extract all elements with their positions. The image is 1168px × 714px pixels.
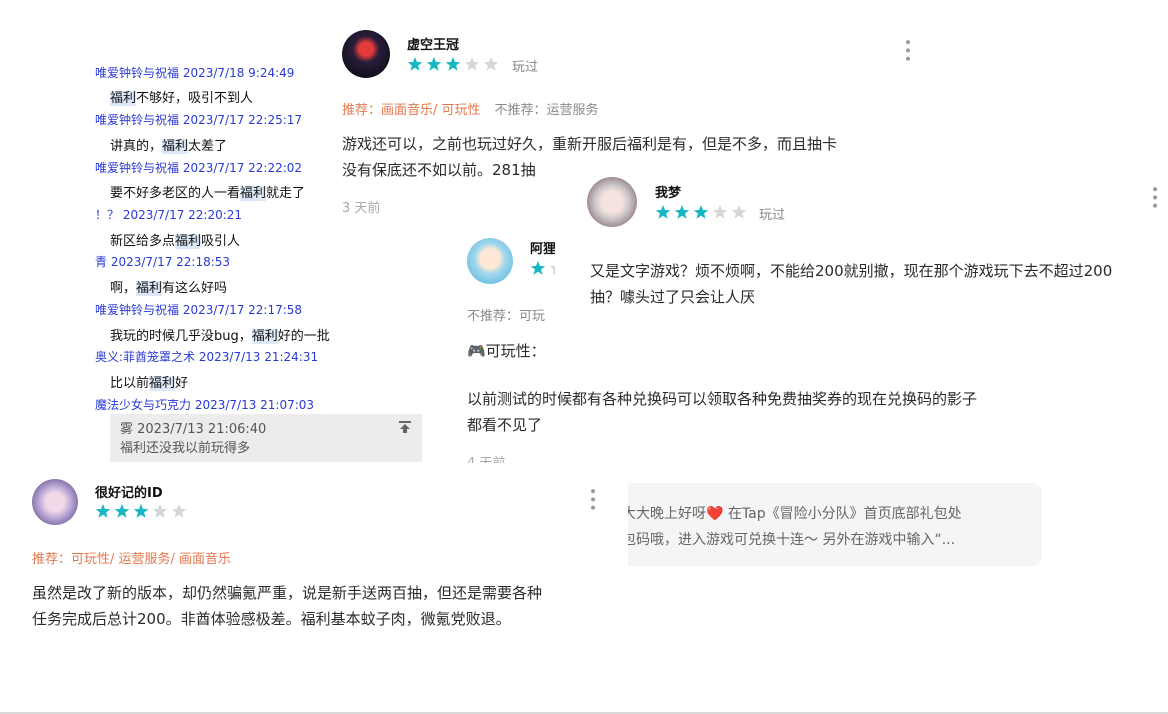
username[interactable]: 虚空王冠	[407, 34, 459, 53]
chat-header: 魔法少女与巧克力 2023/7/13 21:07:03	[95, 398, 315, 412]
chat-message: 啊，福利有这么好吗	[110, 281, 228, 296]
avatar[interactable]	[342, 30, 390, 78]
chat-header: ！？ 2023/7/17 22:20:21	[95, 208, 243, 222]
username[interactable]: 很好记的ID	[95, 482, 163, 501]
post-time: 3 天前	[342, 201, 381, 216]
star-empty-icon	[731, 205, 747, 219]
star-empty-icon	[171, 504, 187, 518]
chat-header: 青 2023/7/17 22:18:53	[95, 255, 231, 269]
avatar[interactable]	[587, 177, 637, 227]
avatar[interactable]	[32, 479, 78, 525]
chat-header: 唯爱钟铃与祝福 2023/7/17 22:25:17	[95, 113, 303, 127]
chat-header: 奥义:菲酋笼罩之术 2023/7/13 21:24:31	[95, 350, 319, 364]
star-filled-icon	[407, 57, 423, 71]
review-text: 虽然是改了新的版本，却仍然骗氪严重，说是新手送两百抽，但还是需要各种 任务完成后总…	[32, 584, 543, 628]
star-empty-icon	[152, 504, 168, 518]
played-status: 玩过	[512, 60, 539, 75]
chat-message: 我玩的时候几乎没bug，福利好的一批	[110, 329, 330, 344]
more-options-icon[interactable]: •••	[899, 38, 915, 63]
username[interactable]: 我梦	[655, 182, 681, 201]
review-card: 很好记的ID ••• 推荐：可玩性/ 运营服务/ 画面音乐 虽然是改了新的版本，…	[8, 463, 628, 648]
played-status: 玩过	[759, 208, 786, 223]
chat-message: 福利不够好，吸引不到人	[110, 91, 254, 106]
star-empty-icon	[464, 57, 480, 71]
chat-message: 新区给多点福利吸引人	[110, 234, 241, 249]
reply-text: 大大晚上好呀❤️ 在Tap《冒险小分队》首页底部礼包处	[622, 506, 962, 522]
star-empty-icon	[483, 57, 499, 71]
star-filled-icon	[95, 504, 111, 518]
review-text: 又是文字游戏？烦不烦啊，不能给200就别撤，现在那个游戏玩下去不超过200 抽？噱…	[590, 262, 1113, 306]
chat-header: 唯爱钟铃与祝福 2023/7/17 22:17:58	[95, 303, 303, 317]
star-filled-icon	[114, 504, 130, 518]
quoted-message[interactable]: 雾 2023/7/13 21:06:40 福利还没我以前玩得多	[110, 414, 422, 462]
chat-header: 唯爱钟铃与祝福 2023/7/17 22:22:02	[95, 161, 303, 175]
star-filled-icon	[133, 504, 149, 518]
chat-message: 比以前福利好	[110, 376, 189, 391]
chat-message: 讲真的，福利太差了	[110, 139, 228, 154]
avatar[interactable]	[467, 238, 513, 284]
quote-header: 雾 2023/7/13 21:06:40	[120, 422, 267, 437]
review-card: 我梦 玩过 ••• 又是文字游戏？烦不烦啊，不能给200就别撤，现在那个游戏玩下…	[555, 163, 1168, 323]
rating-stars	[655, 204, 747, 220]
chat-message: 要不好多老区的人一看福利就走了	[110, 186, 306, 201]
recommend-tags: 推荐：画面音乐/ 可玩性 不推荐：运营服务	[342, 103, 599, 118]
star-filled-icon	[530, 261, 546, 275]
rating-stars	[95, 503, 187, 519]
star-filled-icon	[445, 57, 461, 71]
pin-top-icon[interactable]	[398, 420, 412, 434]
quote-text: 福利还没我以前玩得多	[120, 441, 251, 456]
star-filled-icon	[693, 205, 709, 219]
review-section-title: 🎮可玩性：	[467, 342, 546, 360]
recommend-tags: 不推荐：可玩	[467, 309, 546, 324]
username[interactable]: 阿狸	[530, 238, 556, 257]
star-filled-icon	[674, 205, 690, 219]
recommend-tags: 推荐：可玩性/ 运营服务/ 画面音乐	[32, 552, 232, 567]
rating-stars	[407, 56, 499, 72]
reply-text: 包码哦，进入游戏可兑换十连～ 另外在游戏中输入“...	[622, 532, 956, 548]
review-text: 以前测试的时候都有各种兑换码可以领取各种免费抽奖券的现在兑换码的影子 都看不见了	[467, 390, 978, 434]
chat-header: 唯爱钟铃与祝福 2023/7/18 9:24:49	[95, 66, 295, 80]
star-empty-icon	[712, 205, 728, 219]
more-options-icon[interactable]: •••	[584, 487, 600, 512]
developer-reply[interactable]: 大大晚上好呀❤️ 在Tap《冒险小分队》首页底部礼包处 包码哦，进入游戏可兑换十…	[592, 483, 1042, 566]
star-filled-icon	[426, 57, 442, 71]
more-options-icon[interactable]: •••	[1146, 185, 1162, 210]
star-filled-icon	[655, 205, 671, 219]
